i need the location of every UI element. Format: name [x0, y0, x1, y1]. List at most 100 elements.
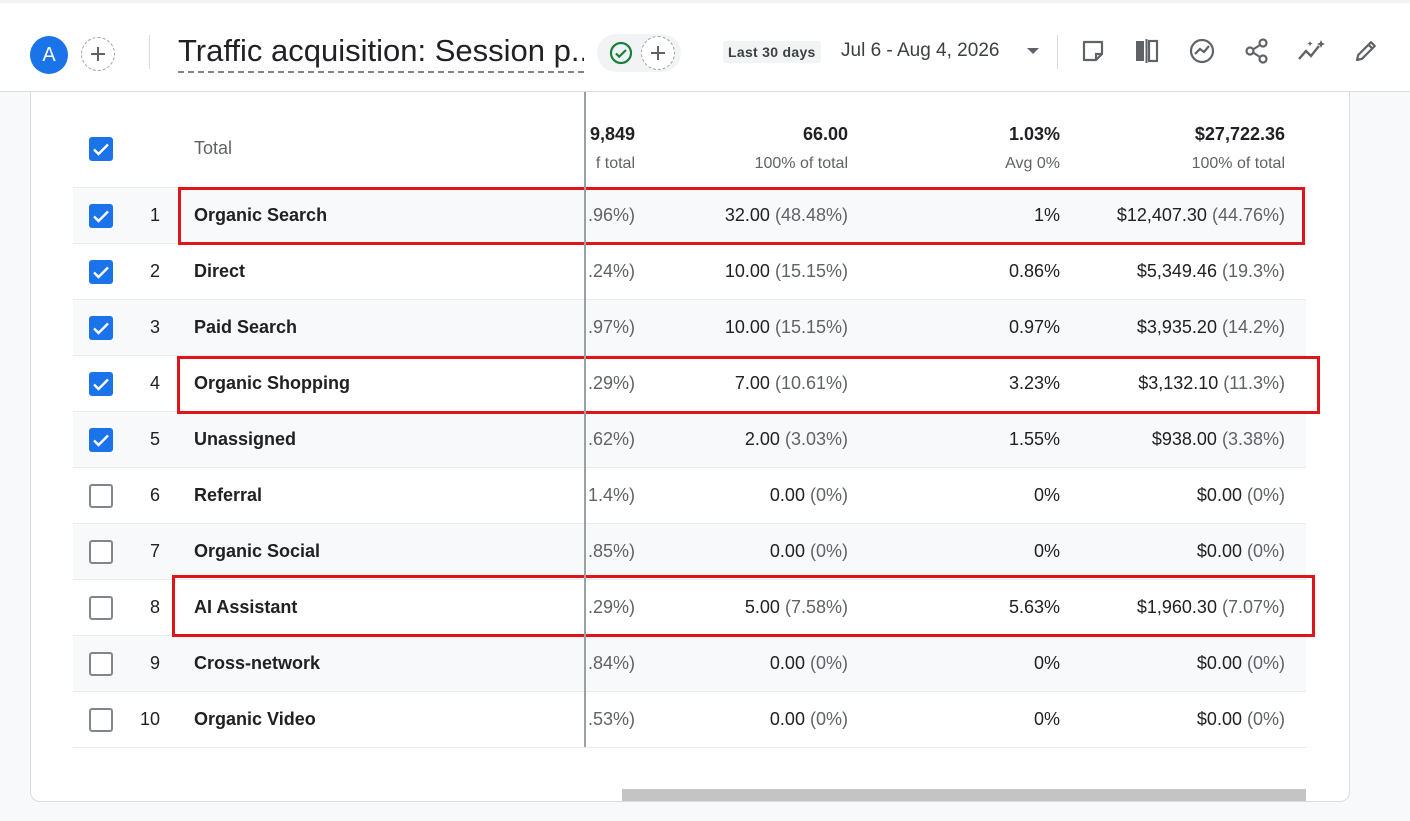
share-button[interactable]	[1241, 35, 1273, 67]
report-header: A Traffic acquisition: Session p... Last…	[0, 0, 1410, 92]
row-col4: $0.00 (0%)	[1197, 709, 1285, 730]
row-col2-pct: (0%)	[809, 709, 848, 729]
row-col4-pct: (0%)	[1246, 709, 1285, 729]
row-rank: 3	[149, 317, 160, 337]
highlight-box	[178, 187, 1305, 245]
row-col2-value: 10.00	[724, 317, 770, 337]
row-checkbox[interactable]	[89, 204, 113, 228]
row-col4: $5,349.46 (19.3%)	[1137, 261, 1285, 282]
row-col3-value: 0%	[1033, 709, 1060, 729]
row-checkbox[interactable]	[89, 596, 113, 620]
header-divider	[149, 35, 150, 69]
row-channel-name[interactable]: Unassigned	[194, 429, 296, 450]
row-col1-pct: .85%)	[587, 541, 635, 561]
row-channel-name[interactable]: Direct	[194, 261, 245, 282]
row-col3-value: 1.55%	[1008, 429, 1060, 449]
horizontal-scrollbar[interactable]	[622, 789, 1306, 801]
row-col1-clip: .24%)	[586, 261, 636, 285]
table-row[interactable]	[73, 244, 1306, 300]
row-col2-pct: (15.15%)	[774, 317, 848, 337]
toolbar-divider	[1057, 35, 1058, 69]
total-col2-value: 66.00	[802, 124, 848, 144]
row-col1-pct: .62%)	[587, 429, 635, 449]
row-col2: 0.00 (0%)	[770, 709, 848, 730]
row-col2-pct: (0%)	[809, 541, 848, 561]
sparkle-trend-icon	[1298, 40, 1325, 60]
check-circle-icon[interactable]	[609, 41, 633, 65]
row-channel-name[interactable]: Cross-network	[194, 653, 320, 674]
row-checkbox[interactable]	[89, 708, 113, 732]
row-col3-value: 0%	[1033, 653, 1060, 673]
row-col4: $0.00 (0%)	[1197, 541, 1285, 562]
insights-icon	[1189, 38, 1215, 64]
add-comparison-icon	[91, 47, 105, 61]
insights-button[interactable]	[1186, 35, 1218, 67]
row-col4-value: $0.00	[1196, 541, 1242, 561]
row-col1-pct: .97%)	[587, 317, 635, 337]
row-col1-clip: .97%)	[586, 317, 636, 341]
note-icon	[1082, 40, 1104, 62]
row-channel-name[interactable]: Referral	[194, 485, 262, 506]
row-col1-clip: .53%)	[586, 709, 636, 733]
row-channel-name[interactable]: Organic Video	[194, 709, 316, 730]
row-col2-pct: (0%)	[809, 653, 848, 673]
row-rank: 1	[149, 205, 160, 225]
row-checkbox[interactable]	[89, 260, 113, 284]
row-col3-value: 0%	[1033, 541, 1060, 561]
note-button[interactable]	[1077, 35, 1109, 67]
share-icon	[1245, 38, 1268, 64]
row-col1-pct: .24%)	[587, 261, 635, 281]
row-channel-name[interactable]: Organic Social	[194, 541, 320, 562]
row-col1-pct: .53%)	[587, 709, 635, 729]
row-col2: 10.00 (15.15%)	[725, 317, 848, 338]
total-col1-value: 9,849	[589, 124, 635, 144]
row-channel-name[interactable]: Paid Search	[194, 317, 297, 338]
row-col2-pct: (0%)	[809, 485, 848, 505]
add-comparison-button[interactable]	[81, 37, 115, 71]
row-col2-value: 0.00	[769, 485, 805, 505]
row-col3-value: 0.97%	[1008, 317, 1060, 337]
sparkle-trend-button[interactable]	[1296, 35, 1328, 67]
row-col2-value: 0.00	[769, 653, 805, 673]
report-title[interactable]: Traffic acquisition: Session p...	[178, 31, 584, 73]
row-col4-pct: (14.2%)	[1221, 317, 1285, 337]
total-col3-sub: Avg 0%	[1005, 155, 1060, 172]
check-icon	[93, 266, 109, 279]
row-checkbox[interactable]	[89, 428, 113, 452]
row-col4-value: $5,349.46	[1136, 261, 1217, 281]
add-icon	[651, 46, 665, 60]
check-icon	[93, 210, 109, 223]
row-col4-pct: (3.38%)	[1221, 429, 1285, 449]
compare-button[interactable]	[1131, 35, 1163, 67]
check-icon	[93, 143, 109, 156]
check-icon	[93, 322, 109, 335]
row-col4: $0.00 (0%)	[1197, 653, 1285, 674]
frozen-column-divider[interactable]	[584, 92, 586, 747]
row-checkbox[interactable]	[89, 316, 113, 340]
row-col4-value: $0.00	[1196, 653, 1242, 673]
row-rank: 8	[149, 597, 160, 617]
row-checkbox[interactable]	[89, 540, 113, 564]
row-col1-pct: 1.4%)	[587, 485, 635, 505]
highlight-box	[177, 356, 1320, 414]
row-col4-value: $0.00	[1196, 709, 1242, 729]
total-col1-sub: f total	[595, 155, 635, 172]
date-range-label[interactable]: Last 30 days	[723, 41, 821, 63]
avatar[interactable]: A	[30, 36, 68, 74]
row-checkbox[interactable]	[89, 484, 113, 508]
row-checkbox[interactable]	[89, 372, 113, 396]
select-all-checkbox[interactable]	[89, 137, 113, 161]
row-col2: 2.00 (3.03%)	[745, 429, 848, 450]
row-col1-clip: .62%)	[586, 429, 636, 453]
row-checkbox[interactable]	[89, 652, 113, 676]
total-col1-clip: 9,849 f total	[586, 124, 636, 174]
edit-button[interactable]	[1350, 35, 1382, 67]
chevron-down-icon[interactable]	[1027, 48, 1039, 54]
row-rank: 9	[149, 653, 160, 673]
row-col4-pct: (0%)	[1246, 485, 1285, 505]
total-label: Total	[194, 138, 233, 158]
date-range[interactable]: Jul 6 - Aug 4, 2026	[841, 40, 999, 62]
row-col1-clip: 1.4%)	[586, 485, 636, 509]
compare-columns-icon	[1136, 39, 1159, 63]
add-button[interactable]	[641, 36, 675, 70]
